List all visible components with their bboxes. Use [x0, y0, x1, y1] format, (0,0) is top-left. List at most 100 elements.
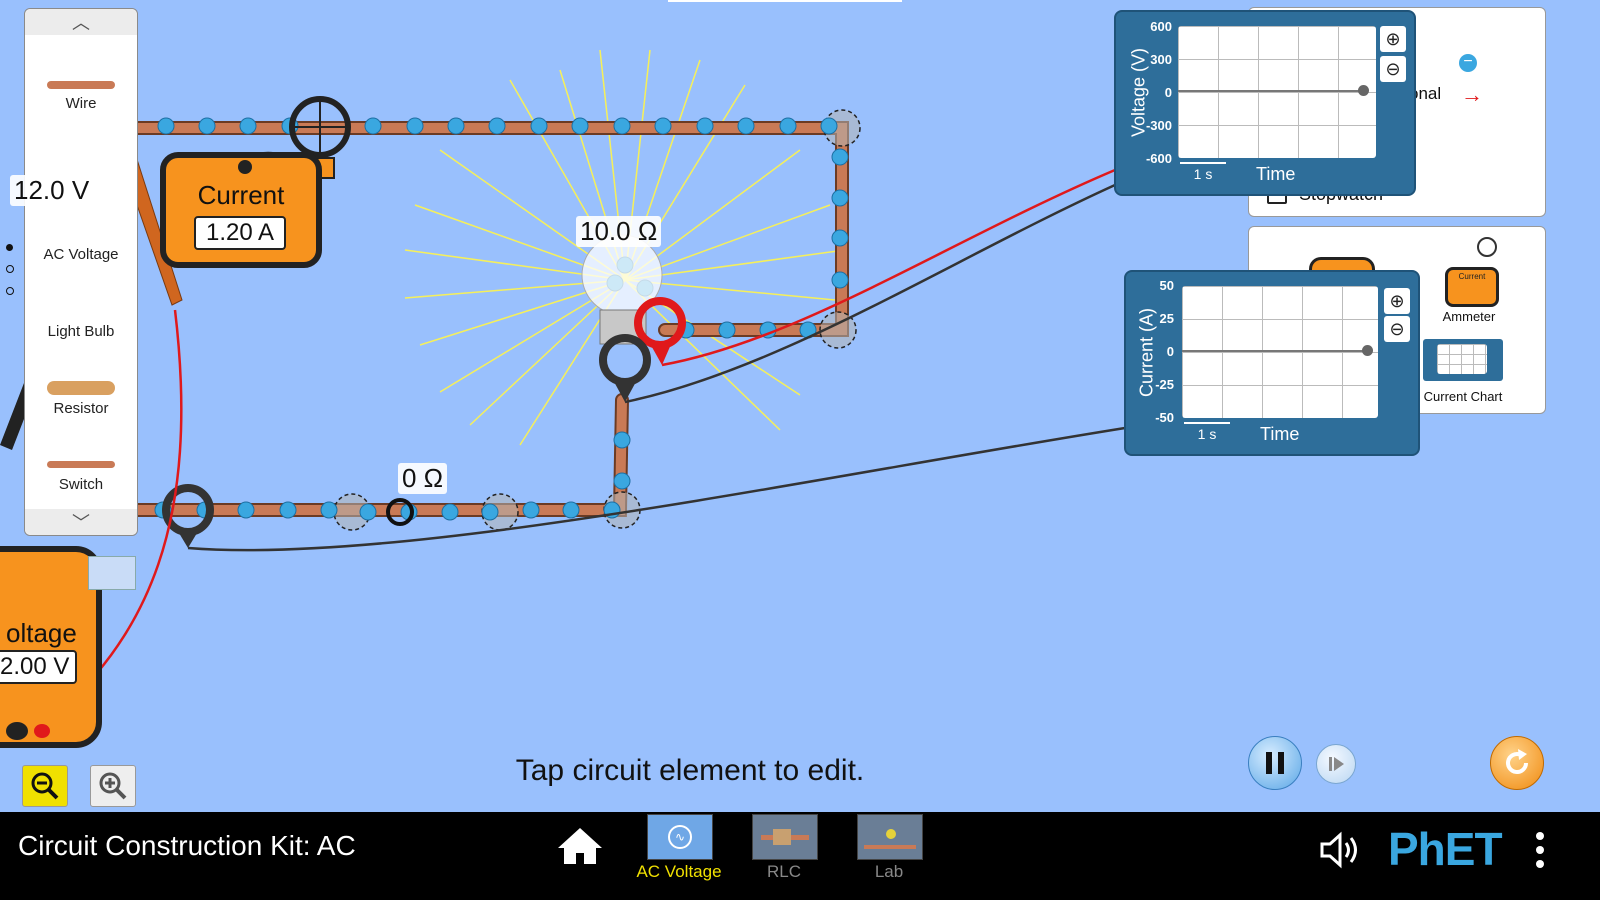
- current-chart-zoom-in-button[interactable]: ⊕: [1384, 288, 1410, 314]
- current-trace: [1182, 350, 1368, 352]
- reset-icon: [1506, 749, 1528, 774]
- voltage-chart[interactable]: Voltage (V) 600 300 0 -300 -600 ⊕ ⊖ 1 s …: [1114, 10, 1416, 196]
- voltage-scale-label: 1 s: [1193, 166, 1213, 182]
- ammeter-tool-icon[interactable]: Current: [1445, 267, 1499, 307]
- voltage-tick: 300: [1150, 52, 1172, 67]
- resistor-icon[interactable]: [47, 381, 115, 395]
- radio-dot-selected[interactable]: [6, 244, 13, 251]
- current-scale-label: 1 s: [1197, 426, 1217, 442]
- tab-rlc-label: RLC: [766, 862, 801, 881]
- battery-voltage-label[interactable]: 12.0 V: [10, 175, 94, 206]
- zoom-out-button[interactable]: [22, 765, 68, 807]
- phet-menu-button[interactable]: [1530, 830, 1550, 874]
- voltage-chart-zoom-out-button[interactable]: ⊖: [1380, 56, 1406, 82]
- ammeter[interactable]: Current 1.20 A: [160, 152, 322, 268]
- radio-dot[interactable]: [6, 287, 14, 295]
- sound-button[interactable]: [1318, 830, 1368, 870]
- voltmeter-black-jack: [6, 722, 28, 740]
- voltage-trace-head: [1358, 85, 1369, 96]
- current-plot-area[interactable]: [1182, 286, 1378, 418]
- voltage-tick: -300: [1145, 118, 1172, 133]
- zoom-out-icon: ⊖: [1385, 58, 1401, 79]
- ammeter-tool-badge: Current: [1458, 272, 1486, 281]
- component-toolbox[interactable]: ︿ Wire AC Voltage Light Bulb Resistor Sw…: [24, 8, 138, 536]
- tab-lab[interactable]: Lab: [844, 814, 934, 898]
- ac-voltage-tab-icon: ∿: [647, 814, 713, 860]
- reset-all-button[interactable]: [1490, 736, 1544, 790]
- current-chart-tool-icon[interactable]: [1423, 339, 1503, 381]
- toolbox-item-resistor[interactable]: Resistor: [25, 400, 137, 417]
- chevron-down-icon: ﹀: [72, 513, 90, 533]
- toolbox-item-wire[interactable]: Wire: [25, 95, 137, 112]
- rlc-tab-icon: [752, 814, 818, 860]
- bulb-resistance-label[interactable]: 10.0 Ω: [576, 216, 662, 247]
- voltage-chart-xlabel: Time: [1256, 164, 1296, 184]
- current-trace-head: [1362, 345, 1373, 356]
- tab-rlc[interactable]: RLC: [739, 814, 829, 898]
- voltage-scale-bar: [1180, 162, 1226, 164]
- voltage-tick: -600: [1145, 151, 1172, 166]
- zoom-out-icon: [31, 772, 59, 800]
- voltmeter-title: oltage: [6, 618, 77, 648]
- voltage-tick: 600: [1150, 19, 1172, 34]
- ammeter-readout: 1.20 A: [194, 216, 287, 250]
- switch-resistance-label[interactable]: 0 Ω: [398, 463, 448, 494]
- screen-indicator: [668, 0, 902, 2]
- app-title: Circuit Construction Kit: AC: [18, 830, 356, 861]
- ammeter-title: Current: [197, 180, 285, 210]
- tab-ac-voltage-label: AC Voltage: [636, 862, 722, 881]
- voltage-chart-probe-black[interactable]: [599, 334, 651, 402]
- voltage-trace: [1178, 90, 1364, 92]
- current-chart[interactable]: Current (A) 50 25 0 -25 -50 ⊕ ⊖ 1 s Time: [1124, 270, 1420, 456]
- conventional-arrow-icon[interactable]: →: [1461, 82, 1483, 108]
- radio-dot[interactable]: [6, 265, 14, 273]
- voltmeter[interactable]: oltage 2.00 V: [0, 546, 102, 748]
- chevron-up-icon: ︿: [72, 13, 90, 33]
- navigation-bar: Circuit Construction Kit: AC ∿ AC Voltag…: [0, 812, 1600, 900]
- speaker-icon: [1320, 831, 1357, 869]
- ammeter-tool-probe-icon: [1477, 237, 1497, 257]
- wire-icon[interactable]: [47, 81, 115, 89]
- current-chart-zoom-out-button[interactable]: ⊖: [1384, 316, 1410, 342]
- current-chart-xlabel: Time: [1260, 424, 1300, 444]
- zoom-out-icon: ⊖: [1389, 318, 1405, 339]
- toolbox-item-light-bulb[interactable]: Light Bulb: [25, 323, 137, 340]
- switch-icon[interactable]: [47, 461, 115, 468]
- battery-toolbox-ghost: [88, 556, 136, 590]
- status-message: Tap circuit element to edit.: [515, 754, 865, 787]
- pause-button[interactable]: [1248, 736, 1302, 790]
- phet-logo[interactable]: PhET: [1388, 822, 1503, 876]
- home-icon: [558, 828, 602, 864]
- toolbox-item-ac-voltage[interactable]: AC Voltage: [25, 246, 137, 263]
- ammeter-tool-label: Ammeter: [1442, 309, 1496, 324]
- voltage-chart-zoom-in-button[interactable]: ⊕: [1380, 26, 1406, 52]
- pause-icon: [1266, 752, 1284, 774]
- current-scale-bar: [1184, 422, 1230, 424]
- step-forward-icon: [1329, 757, 1344, 771]
- tab-lab-label: Lab: [874, 862, 904, 881]
- toolbox-scroll-down-button[interactable]: ﹀: [25, 509, 137, 535]
- current-chart-tool-label: Current Chart: [1423, 389, 1503, 404]
- lab-tab-icon: [857, 814, 923, 860]
- current-tick: 0: [1166, 344, 1174, 359]
- toolbox-item-switch[interactable]: Switch: [25, 476, 137, 493]
- zoom-in-icon: ⊕: [1389, 290, 1405, 311]
- zoom-in-button[interactable]: [90, 765, 136, 807]
- voltmeter-readout: 2.00 V: [0, 650, 78, 684]
- step-button[interactable]: [1316, 744, 1356, 784]
- current-tick: 25: [1159, 311, 1174, 326]
- ammeter-jack: [238, 160, 252, 174]
- voltmeter-red-jack: [34, 724, 50, 738]
- zoom-in-icon: [99, 772, 127, 800]
- toolbox-scroll-up-button[interactable]: ︿: [25, 9, 137, 35]
- tab-ac-voltage[interactable]: ∿ AC Voltage: [634, 814, 724, 898]
- home-button[interactable]: [556, 826, 604, 870]
- current-tick: -25: [1155, 377, 1174, 392]
- electron-icon[interactable]: −: [1459, 54, 1477, 72]
- current-tick: -50: [1155, 410, 1174, 425]
- zoom-in-icon: ⊕: [1385, 28, 1401, 49]
- voltage-tick: 0: [1164, 85, 1172, 100]
- current-tick: 50: [1159, 278, 1174, 293]
- voltage-plot-area[interactable]: [1178, 26, 1376, 158]
- kebab-menu-icon: [1536, 832, 1544, 868]
